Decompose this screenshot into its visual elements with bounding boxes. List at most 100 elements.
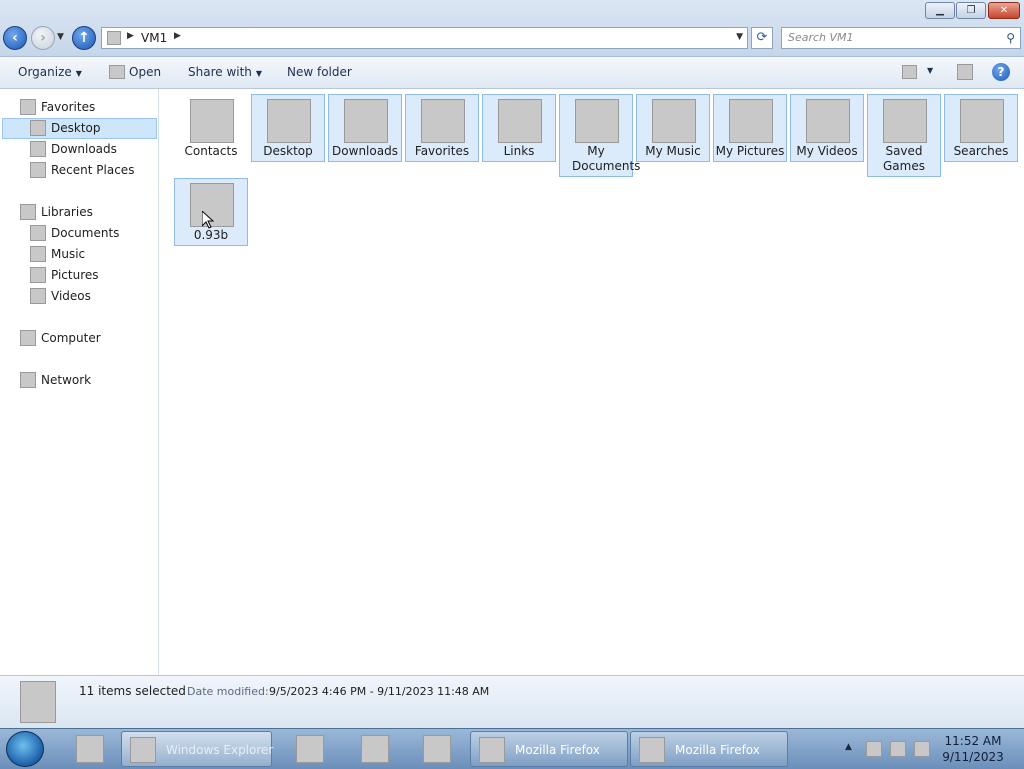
folder-label: My Music [645, 144, 701, 158]
folder-tile-saved-games[interactable]: Saved Games [867, 94, 941, 177]
nav-favorites-label: Favorites [41, 100, 96, 114]
nav-videos-label: Videos [51, 289, 91, 303]
media-player-icon [296, 735, 324, 763]
back-button[interactable]: ‹ [3, 26, 27, 50]
selected-count: 11 items selected [79, 684, 186, 698]
nav-network-label: Network [41, 373, 92, 387]
nav-downloads-label: Downloads [51, 142, 117, 156]
internet-explorer-icon [76, 735, 104, 763]
videos-icon [30, 288, 46, 304]
new-folder-label: New folder [287, 65, 352, 79]
pictures-icon [30, 267, 46, 283]
nav-computer-label: Computer [41, 331, 101, 345]
network-status-icon[interactable] [890, 741, 906, 757]
taskbar-firefox-1[interactable]: Mozilla Firefox [470, 731, 628, 767]
internet-explorer-pin[interactable] [66, 732, 114, 766]
network-icon [20, 372, 36, 388]
open-button[interactable]: Open [129, 65, 161, 79]
folder-tile-favorites[interactable]: Favorites [405, 94, 479, 162]
music-folder-icon [652, 99, 696, 143]
videos-folder-icon [806, 99, 850, 143]
computer-location-icon [107, 31, 121, 45]
refresh-button[interactable]: ⟳ [751, 27, 773, 49]
folder-tile-my-videos[interactable]: My Videos [790, 94, 864, 162]
organize-button[interactable]: Organize ▼ [18, 65, 82, 79]
breadcrumb-separator-icon[interactable]: ▶ [127, 31, 134, 41]
address-bar[interactable]: ▶ VM1 ▶ ▼ [101, 27, 748, 49]
volume-muted-icon[interactable] [914, 741, 930, 757]
breadcrumb-separator-icon[interactable]: ▶ [174, 31, 181, 41]
folder-tile-downloads[interactable]: Downloads [328, 94, 402, 162]
media-player-pin[interactable] [286, 732, 334, 766]
clock-date[interactable]: 9/11/2023 [930, 750, 1016, 764]
show-hidden-icons-icon[interactable]: ▲ [845, 742, 852, 752]
firefox-icon [639, 737, 665, 763]
up-button[interactable]: ↑ [72, 26, 96, 50]
searches-folder-icon [960, 99, 1004, 143]
taskbar-firefox-2-label: Mozilla Firefox [675, 743, 760, 757]
view-options-chevron-icon[interactable]: ▼ [927, 66, 933, 75]
folder-label: My Pictures [715, 144, 785, 158]
close-button[interactable]: ✕ [988, 2, 1020, 19]
links-folder-icon [498, 99, 542, 143]
share-with-label: Share with [188, 65, 252, 79]
downloads-folder-icon [344, 99, 388, 143]
maximize-button[interactable]: ❐ [956, 2, 986, 19]
share-with-button[interactable]: Share with ▼ [188, 65, 262, 79]
folder-tile-contacts[interactable]: Contacts [174, 94, 248, 162]
chrome-icon [361, 735, 389, 763]
details-pane: 11 items selected Date modified: 9/5/202… [0, 675, 1024, 729]
forward-button[interactable]: › [31, 26, 55, 50]
taskbar-windows-explorer[interactable]: Windows Explorer [121, 731, 274, 767]
folder-label: Links [503, 144, 535, 158]
address-dropdown-icon[interactable]: ▼ [736, 32, 743, 42]
documents-folder-icon [575, 99, 619, 143]
date-modified-value: 9/5/2023 4:46 PM - 9/11/2023 11:48 AM [269, 685, 490, 698]
libraries-icon [20, 204, 36, 220]
nav-libraries-label: Libraries [41, 205, 93, 219]
folder-tile-my-pictures[interactable]: My Pictures [713, 94, 787, 162]
file-list[interactable]: Contacts Desktop Downloads Favorites Lin… [159, 89, 1024, 675]
folder-tile-links[interactable]: Links [482, 94, 556, 162]
action-center-icon[interactable] [866, 741, 882, 757]
new-folder-button[interactable]: New folder [287, 65, 352, 79]
date-modified-label: Date modified: [187, 685, 269, 698]
chevron-down-icon: ▼ [255, 69, 263, 78]
taskbar-windows-explorer-label: Windows Explorer [166, 743, 274, 757]
favorites-folder-icon [421, 99, 465, 143]
folder-label: Desktop [263, 144, 313, 158]
search-input[interactable] [788, 31, 988, 44]
taskbar-firefox-1-label: Mozilla Firefox [515, 743, 600, 757]
computer-icon [20, 330, 36, 346]
preview-pane-icon[interactable] [957, 64, 973, 80]
nav-desktop-label: Desktop [51, 121, 101, 135]
chrome-pin[interactable] [351, 732, 399, 766]
pictures-folder-icon [729, 99, 773, 143]
folder-tile-searches[interactable]: Searches [944, 94, 1018, 162]
contacts-folder-icon [190, 99, 234, 143]
clock-time[interactable]: 11:52 AM [930, 734, 1016, 748]
folder-label: Contacts [184, 144, 238, 158]
folder-tile-my-documents[interactable]: My Documents [559, 94, 640, 177]
firefox-pin[interactable] [413, 732, 461, 766]
taskbar: Windows Explorer Mozilla Firefox Mozilla… [0, 728, 1024, 769]
nav-pictures-label: Pictures [51, 268, 99, 282]
firefox-icon [479, 737, 505, 763]
start-button[interactable] [6, 731, 44, 767]
search-icon[interactable]: ⚲ [1006, 31, 1015, 45]
folder-label: 0.93b [193, 228, 229, 242]
multiple-items-icon [20, 681, 56, 723]
folder-tile-my-music[interactable]: My Music [636, 94, 710, 162]
open-folder-icon[interactable] [109, 65, 125, 79]
search-box[interactable]: ⚲ [781, 27, 1021, 49]
change-view-icon[interactable] [902, 65, 917, 79]
mouse-cursor-icon [201, 209, 215, 229]
help-button[interactable]: ? [992, 63, 1010, 81]
breadcrumb-vm1[interactable]: VM1 [141, 31, 167, 45]
title-bar: ▁ ❐ ✕ ‹ › ▼ ↑ ▶ VM1 ▶ ▼ ⟳ ⚲ [0, 0, 1024, 57]
folder-tile-desktop[interactable]: Desktop [251, 94, 325, 162]
recent-pages-dropdown-icon[interactable]: ▼ [57, 32, 64, 42]
windows-explorer-icon [130, 737, 156, 763]
taskbar-firefox-2[interactable]: Mozilla Firefox [630, 731, 788, 767]
minimize-button[interactable]: ▁ [925, 2, 955, 19]
